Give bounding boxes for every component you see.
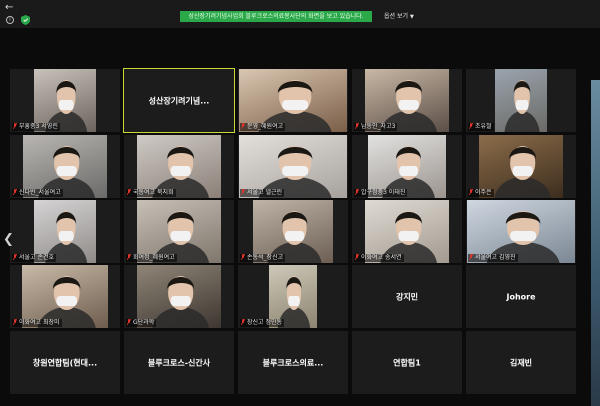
mic-muted-icon <box>127 254 131 260</box>
mic-muted-icon <box>13 254 17 260</box>
participant-tile[interactable]: 김재빈 <box>466 331 576 394</box>
participant-name-tag: 이주은 <box>468 189 494 197</box>
participant-name-tag: 서울고 손건호 <box>12 254 57 262</box>
participant-name: 장신고 정민동 <box>247 319 283 326</box>
participant-name: 서울여고 김영진 <box>475 254 516 261</box>
participant-name: 블루크로스-신간사 <box>147 358 211 367</box>
participant-tile[interactable]: 이주은 <box>466 135 576 198</box>
participant-tile[interactable]: Johore <box>466 265 576 328</box>
participant-tile[interactable]: 조유철 <box>466 69 576 132</box>
participant-name: 창원연합팀(현대... <box>32 358 98 367</box>
mic-muted-icon <box>355 123 359 129</box>
participant-name-tag: 신다빈_서울여고 <box>12 189 63 197</box>
participant-tile[interactable]: 이화여고 최장미 <box>10 265 120 328</box>
participant-name: 이주은 <box>475 189 492 196</box>
participant-name-tag: 회여정_혜원여고 <box>126 254 177 262</box>
participant-tile[interactable]: 강지민 <box>352 265 462 328</box>
participant-name: 서울고 손건호 <box>19 254 55 261</box>
mic-muted-icon <box>469 254 473 260</box>
shield-icon[interactable] <box>21 15 30 25</box>
participant-name-tag: 문영_혜원여고 <box>240 123 286 131</box>
participant-tile[interactable]: 연합팀1 <box>352 331 462 394</box>
participant-tile[interactable]: 문영_혜원여고 <box>238 69 348 132</box>
participant-name-tag: 장신고 정민동 <box>240 319 285 327</box>
chevron-down-icon: ▼ <box>410 14 414 20</box>
screen-share-banner: 성산장기려기념사업회 블루크로스의료봉사단의 화면을 보고 있습니다. <box>180 11 372 22</box>
mic-muted-icon <box>469 189 473 195</box>
participant-tile[interactable]: 블루크로스-신간사 <box>124 331 234 394</box>
info-icon[interactable]: i <box>6 16 14 24</box>
mic-muted-icon <box>241 123 245 129</box>
participant-name: 블루크로스의료... <box>262 358 324 367</box>
mic-muted-icon <box>127 319 131 325</box>
participant-name: 성산장기려기념... <box>148 96 210 105</box>
participant-name: 이화여고 송서연 <box>361 254 402 261</box>
participant-name-tag: 이화여고 송서연 <box>354 254 404 262</box>
participant-tile[interactable]: 압구정중3 이태진 <box>352 135 462 198</box>
participant-name-tag: 부흥중3 서영린 <box>12 123 60 131</box>
participant-tile[interactable]: 서울여고 김영진 <box>466 200 576 263</box>
participant-gallery: 부흥중3 서영린 성산장기려기념... 문영_혜원여고 남동인_자고3 조유철신다빈_서… <box>10 68 588 401</box>
mic-muted-icon <box>241 189 245 195</box>
participant-name: 부흥중3 서영린 <box>19 123 58 130</box>
mic-muted-icon <box>355 189 359 195</box>
participant-name: 강지민 <box>395 292 419 301</box>
mic-muted-icon <box>127 189 131 195</box>
mic-muted-icon <box>241 319 245 325</box>
participant-name-tag: 이화여고 최장미 <box>12 319 62 327</box>
participant-tile[interactable]: 국동여고 북지희 <box>124 135 234 198</box>
participant-name: 손동석_장신고 <box>247 254 284 261</box>
participant-name: 문영_혜원여고 <box>247 123 284 130</box>
participant-name-tag: 조유철 <box>468 123 494 131</box>
participant-tile[interactable]: 블루크로스의료... <box>238 331 348 394</box>
participant-name-tag: G단과학 <box>126 319 157 327</box>
participant-tile[interactable]: 서울고 넬근린 <box>238 135 348 198</box>
participant-video <box>495 69 547 132</box>
participant-tile[interactable]: 성산장기려기념... <box>123 68 235 133</box>
participant-tile[interactable]: G단과학 <box>124 265 234 328</box>
participant-name: 남동인_자고3 <box>361 123 396 130</box>
participant-tile[interactable]: 장신고 정민동 <box>238 265 348 328</box>
mic-muted-icon <box>469 123 473 129</box>
participant-name: 조유철 <box>475 123 492 130</box>
participant-name: G단과학 <box>133 319 155 326</box>
participant-name: 신다빈_서울여고 <box>19 189 61 196</box>
participant-tile[interactable]: 남동인_자고3 <box>352 69 462 132</box>
right-edge-video-strip <box>591 80 600 406</box>
participant-tile[interactable]: 부흥중3 서영린 <box>10 69 120 132</box>
view-options-label: 옵션 보기 <box>384 13 408 20</box>
mic-muted-icon <box>241 254 245 260</box>
participant-name: 김재빈 <box>509 358 533 367</box>
participant-name: 회여정_혜원여고 <box>133 254 175 261</box>
mic-muted-icon <box>13 319 17 325</box>
participant-name-tag: 압구정중3 이태진 <box>354 189 408 197</box>
mic-muted-icon <box>13 123 17 129</box>
meeting-top-bar: ← i 성산장기려기념사업회 블루크로스의료봉사단의 화면을 보고 있습니다. … <box>0 0 600 28</box>
previous-page-arrow-icon[interactable]: ❮ <box>3 232 14 247</box>
mic-muted-icon <box>13 189 17 195</box>
participant-name-tag: 서울고 넬근린 <box>240 189 285 197</box>
participant-tile[interactable]: 회여정_혜원여고 <box>124 200 234 263</box>
participant-tile[interactable]: 창원연합팀(현대... <box>10 331 120 394</box>
participant-name-tag: 서울여고 김영진 <box>468 254 518 262</box>
participant-name: 국동여고 북지희 <box>133 189 174 196</box>
back-arrow-icon[interactable]: ← <box>5 2 13 13</box>
participant-tile[interactable]: 이화여고 송서연 <box>352 200 462 263</box>
participant-tile[interactable]: 서울고 손건호 <box>10 200 120 263</box>
participant-tile[interactable]: 신다빈_서울여고 <box>10 135 120 198</box>
participant-name-tag: 국동여고 북지희 <box>126 189 176 197</box>
participant-name: Johore <box>506 292 536 301</box>
participant-tile[interactable]: 손동석_장신고 <box>238 200 348 263</box>
participant-name: 이화여고 최장미 <box>19 319 60 326</box>
participant-name: 서울고 넬근린 <box>247 189 283 196</box>
mic-muted-icon <box>355 254 359 260</box>
view-options-button[interactable]: 옵션 보기 ▼ <box>384 11 414 22</box>
participant-name: 연합팀1 <box>393 358 421 367</box>
participant-name-tag: 손동석_장신고 <box>240 254 286 262</box>
participant-name-tag: 남동인_자고3 <box>354 123 398 131</box>
participant-name: 압구정중3 이태진 <box>361 189 406 196</box>
